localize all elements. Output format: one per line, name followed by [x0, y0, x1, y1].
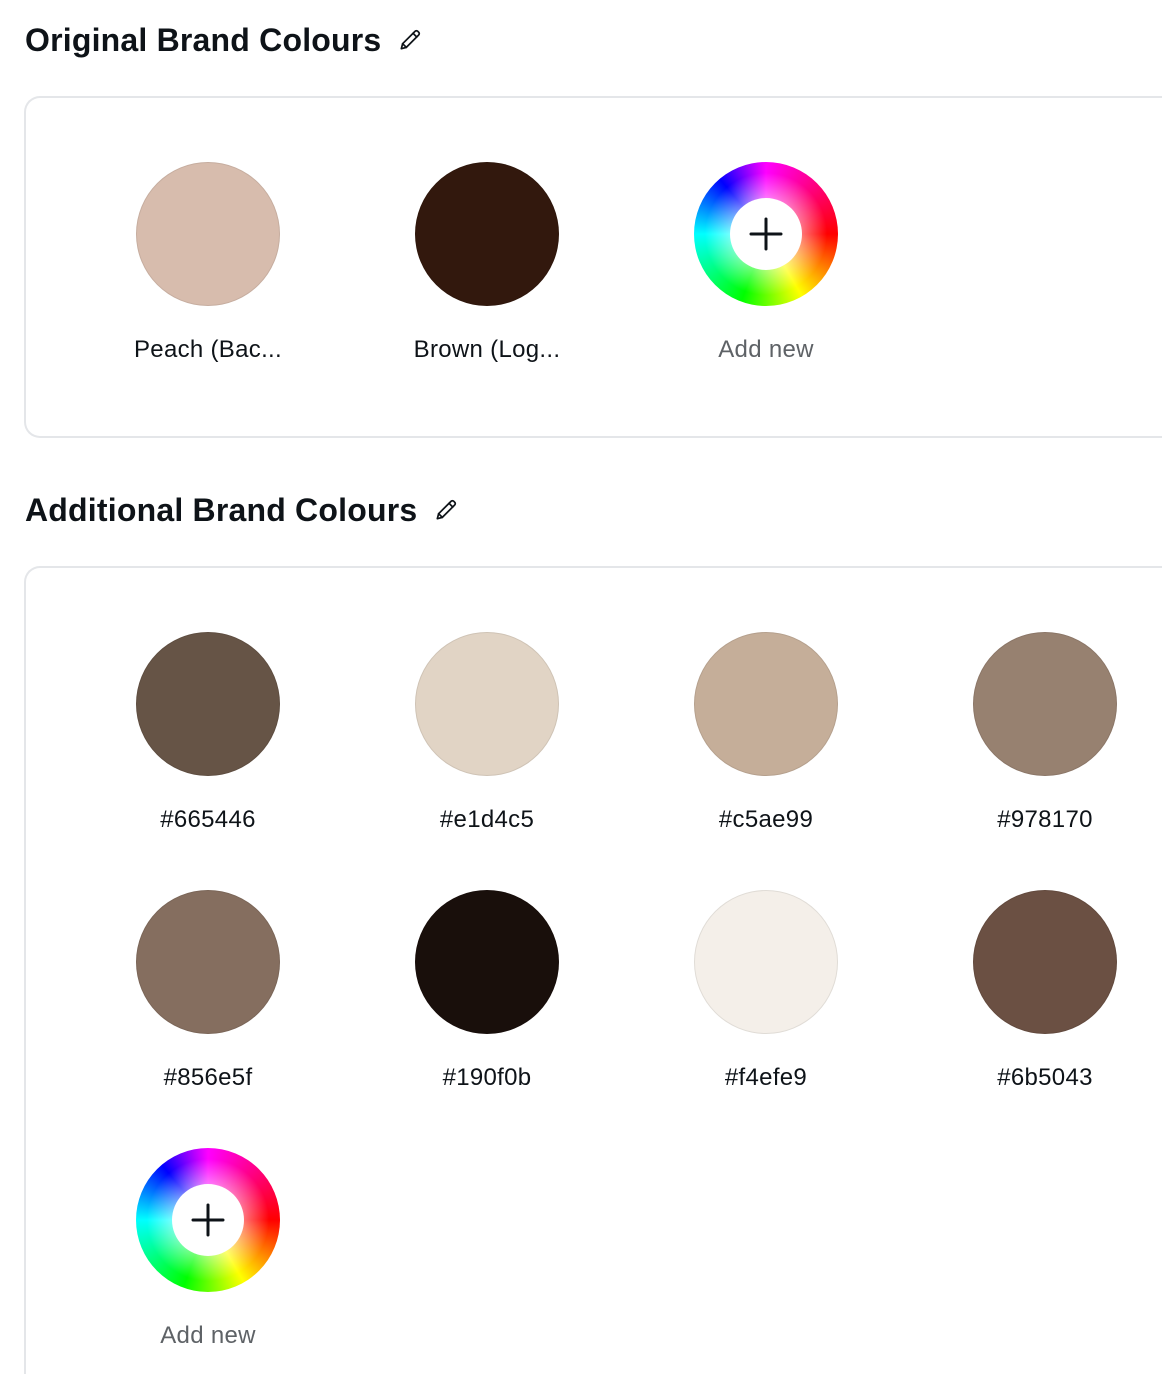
add-new-colour[interactable]: Add new — [656, 162, 876, 364]
add-new-colour[interactable]: Add new — [98, 1148, 318, 1350]
color-swatch[interactable] — [694, 632, 838, 776]
add-colour-button[interactable] — [136, 1148, 280, 1292]
additional-colours-card: #665446 #e1d4c5 #c5ae99 #978170 #856e5f … — [24, 566, 1162, 1374]
brand-colours-page: Original Brand Colours Peach (Bac... Bro… — [0, 0, 1162, 1374]
swatch-label: #f4efe9 — [724, 1064, 808, 1091]
color-swatch[interactable] — [973, 632, 1117, 776]
add-colour-button[interactable] — [694, 162, 838, 306]
additional-colours-header: Additional Brand Colours — [25, 488, 461, 532]
swatch-label: #665446 — [160, 806, 256, 833]
pencil-icon[interactable] — [395, 25, 425, 55]
color-swatch[interactable] — [136, 162, 280, 306]
original-colours-header: Original Brand Colours — [25, 18, 425, 62]
swatch-label: #e1d4c5 — [439, 806, 535, 833]
color-swatch[interactable] — [415, 162, 559, 306]
swatch-label: #978170 — [997, 806, 1093, 833]
swatch-label: Peach (Bac... — [134, 336, 282, 363]
swatch-item[interactable]: #f4efe9 — [656, 890, 876, 1092]
swatch-label: #856e5f — [163, 1064, 253, 1091]
swatch-item[interactable]: #665446 — [98, 632, 318, 834]
plus-icon — [172, 1184, 244, 1256]
color-swatch[interactable] — [136, 890, 280, 1034]
plus-icon — [730, 198, 802, 270]
swatch-item[interactable]: #856e5f — [98, 890, 318, 1092]
color-swatch[interactable] — [694, 890, 838, 1034]
section-title: Additional Brand Colours — [25, 491, 418, 528]
swatch-item[interactable]: #c5ae99 — [656, 632, 876, 834]
swatch-label: #190f0b — [442, 1064, 532, 1091]
swatch-item[interactable]: #978170 — [935, 632, 1155, 834]
swatch-label: #c5ae99 — [718, 806, 814, 833]
swatch-item[interactable]: #6b5043 — [935, 890, 1155, 1092]
swatch-item[interactable]: Peach (Bac... — [98, 162, 318, 364]
color-swatch[interactable] — [136, 632, 280, 776]
color-swatch[interactable] — [415, 632, 559, 776]
swatch-label: Brown (Log... — [413, 336, 561, 363]
swatch-item[interactable]: #e1d4c5 — [377, 632, 597, 834]
swatch-label: #6b5043 — [997, 1064, 1093, 1091]
swatch-item[interactable]: #190f0b — [377, 890, 597, 1092]
color-swatch[interactable] — [415, 890, 559, 1034]
section-title: Original Brand Colours — [25, 21, 382, 58]
color-swatch[interactable] — [973, 890, 1117, 1034]
pencil-icon[interactable] — [431, 495, 461, 525]
add-new-label: Add new — [718, 336, 814, 363]
swatch-item[interactable]: Brown (Log... — [377, 162, 597, 364]
add-new-label: Add new — [160, 1322, 256, 1349]
original-colours-card: Peach (Bac... Brown (Log... Add new — [24, 96, 1162, 438]
